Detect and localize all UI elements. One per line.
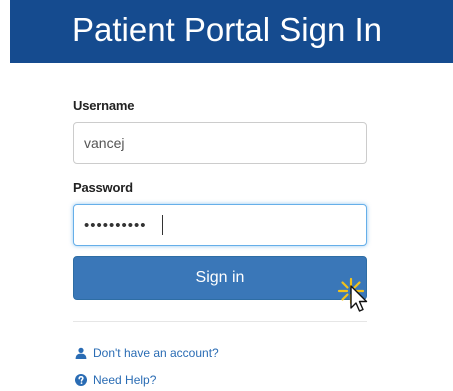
page-title: Patient Portal Sign In [72,10,383,48]
password-input[interactable] [73,204,367,246]
sign-in-page: Patient Portal Sign In Username Password… [0,0,453,391]
need-help-link[interactable]: Need Help? [75,373,156,387]
question-circle-icon [75,374,87,386]
user-icon [75,347,87,359]
text-caret [162,215,163,235]
header-banner: Patient Portal Sign In [10,0,453,63]
password-label: Password [73,180,133,195]
no-account-link[interactable]: Don't have an account? [75,346,219,360]
no-account-link-label: Don't have an account? [93,346,219,360]
username-input[interactable] [73,122,367,164]
mouse-pointer-icon [337,277,368,312]
divider [73,321,367,322]
need-help-link-label: Need Help? [93,373,157,387]
sign-in-button[interactable]: Sign in [73,256,367,300]
username-label: Username [73,98,135,113]
